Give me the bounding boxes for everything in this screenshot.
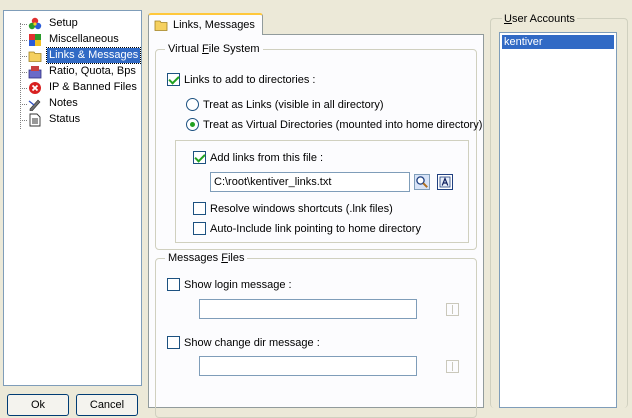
user-accounts-list[interactable]: kentiver xyxy=(499,32,617,408)
setup-icon xyxy=(28,17,42,30)
links-file-path-input[interactable]: C:\root\kentiver_links.txt xyxy=(210,172,410,192)
show-change-dir-label: Show change dir message : xyxy=(184,337,320,349)
virtual-file-system-group: Virtual File System Links to add to dire… xyxy=(155,42,482,250)
ok-button[interactable]: Ok xyxy=(7,394,69,416)
tree-item-label: Ratio, Quota, Bps xyxy=(49,65,136,77)
tab-panel: Virtual File System Links to add to dire… xyxy=(148,34,484,418)
treat-as-virtual-radio[interactable] xyxy=(186,118,199,131)
tree-item-links-messages[interactable]: Links & Messages xyxy=(4,47,142,64)
auto-include-checkbox[interactable] xyxy=(193,222,206,235)
tree-branch xyxy=(20,40,27,41)
change-dir-message-input[interactable] xyxy=(199,356,417,376)
folder-icon xyxy=(154,20,168,31)
tree-item-notes[interactable]: Notes xyxy=(4,96,140,112)
folder-icon xyxy=(28,51,42,62)
tree-branch xyxy=(20,56,27,57)
miscellaneous-icon xyxy=(29,34,41,46)
tree-branch xyxy=(20,88,27,89)
tree-item-label: Setup xyxy=(49,17,78,29)
login-message-edit-checkbox[interactable] xyxy=(446,303,459,316)
banned-icon xyxy=(29,82,41,94)
links-file-subgroup: Add links from this file : C:\root\kenti… xyxy=(175,140,469,243)
tree-item-status[interactable]: Status xyxy=(4,112,140,128)
treat-as-links-label: Treat as Links (visible in all directory… xyxy=(203,99,384,111)
treat-as-virtual-label: Treat as Virtual Directories (mounted in… xyxy=(203,119,483,131)
change-dir-message-edit-checkbox[interactable] xyxy=(446,360,459,373)
tree-branch xyxy=(20,72,27,73)
show-change-dir-checkbox[interactable] xyxy=(167,336,180,349)
add-links-file-checkbox[interactable] xyxy=(193,151,206,164)
edit-file-icon[interactable] xyxy=(437,174,453,190)
group-title: Virtual File System xyxy=(165,42,263,56)
tree-item-label: Notes xyxy=(49,97,78,109)
notes-icon xyxy=(28,99,41,111)
user-accounts-title: User Accounts xyxy=(502,12,577,26)
tree-item-label: Status xyxy=(49,113,81,125)
resolve-shortcuts-label: Resolve windows shortcuts (.lnk files) xyxy=(210,203,393,215)
user-account-item[interactable]: kentiver xyxy=(502,35,614,49)
tree-item-label: IP & Banned Files xyxy=(49,81,137,93)
show-login-message-checkbox[interactable] xyxy=(167,278,180,291)
tab-links-messages[interactable]: Links, Messages xyxy=(148,13,263,35)
messages-files-group: Messages Files Show login message : Show… xyxy=(155,251,477,418)
treat-as-links-radio[interactable] xyxy=(186,98,199,111)
ratio-icon xyxy=(28,66,42,79)
tree-item-label: Links & Messages xyxy=(45,47,142,64)
cancel-button[interactable]: Cancel xyxy=(76,394,138,416)
links-to-add-label: Links to add to directories : xyxy=(184,74,316,86)
tree-branch xyxy=(20,24,27,25)
tree-item-label: Miscellaneous xyxy=(49,33,119,45)
resolve-shortcuts-checkbox[interactable] xyxy=(193,202,206,215)
auto-include-label: Auto-Include link pointing to home direc… xyxy=(210,223,421,235)
tree-item-ratio[interactable]: Ratio, Quota, Bps xyxy=(4,64,140,80)
show-login-message-label: Show login message : xyxy=(184,279,292,291)
settings-tree[interactable]: Setup Miscellaneous Links & Messages Rat… xyxy=(3,10,142,386)
links-to-add-checkbox[interactable] xyxy=(167,73,180,86)
browse-file-icon[interactable] xyxy=(414,174,430,190)
tree-branch xyxy=(20,104,27,105)
add-links-file-label: Add links from this file : xyxy=(210,152,324,164)
login-message-input[interactable] xyxy=(199,299,417,319)
tree-branch xyxy=(20,120,27,121)
group-title: Messages Files xyxy=(165,251,248,265)
status-icon xyxy=(29,113,41,127)
tab-label: Links, Messages xyxy=(173,19,255,31)
tree-item-ip-banned[interactable]: IP & Banned Files xyxy=(4,80,140,96)
tree-item-setup[interactable]: Setup xyxy=(4,16,140,32)
tree-item-miscellaneous[interactable]: Miscellaneous xyxy=(4,32,140,48)
